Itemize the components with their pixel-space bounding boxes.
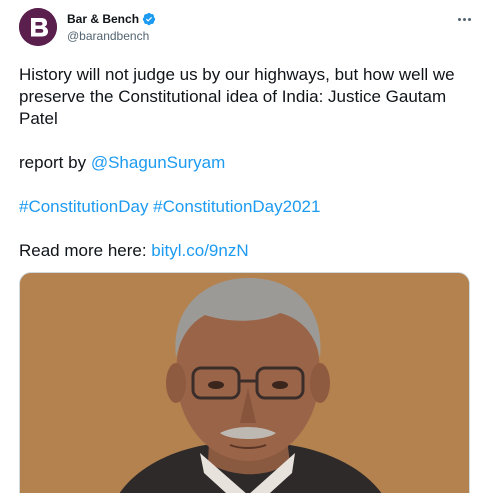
- report-prefix: report by: [19, 153, 91, 172]
- read-more-line: Read more here: bityl.co/9nzN: [19, 240, 479, 262]
- read-more-link[interactable]: bityl.co/9nzN: [151, 241, 248, 260]
- avatar[interactable]: [19, 8, 57, 46]
- bar-and-bench-logo-icon: [19, 8, 57, 46]
- more-dot: [467, 17, 471, 21]
- verified-badge-icon: [142, 12, 156, 26]
- tweet-media-image[interactable]: [19, 272, 470, 493]
- tweet-text: History will not judge us by our highway…: [19, 65, 455, 128]
- more-options-icon[interactable]: [455, 12, 473, 26]
- more-dot: [457, 17, 461, 21]
- portrait-photo: [20, 273, 469, 493]
- more-dot: [462, 17, 466, 21]
- mention-link[interactable]: @ShagunSuryam: [91, 153, 225, 172]
- author-block: Bar & Bench @barandbench: [67, 11, 156, 44]
- author-name[interactable]: Bar & Bench: [67, 11, 139, 27]
- report-line: report by @ShagunSuryam: [19, 152, 479, 174]
- read-more-prefix: Read more here:: [19, 241, 152, 260]
- tweet-body: History will not judge us by our highway…: [19, 64, 479, 262]
- tweet: Bar & Bench @barandbench History will no…: [0, 0, 493, 493]
- author-name-row: Bar & Bench: [67, 11, 156, 27]
- hashtags-link[interactable]: #ConstitutionDay #ConstitutionDay2021: [19, 196, 479, 218]
- author-handle[interactable]: @barandbench: [67, 28, 156, 44]
